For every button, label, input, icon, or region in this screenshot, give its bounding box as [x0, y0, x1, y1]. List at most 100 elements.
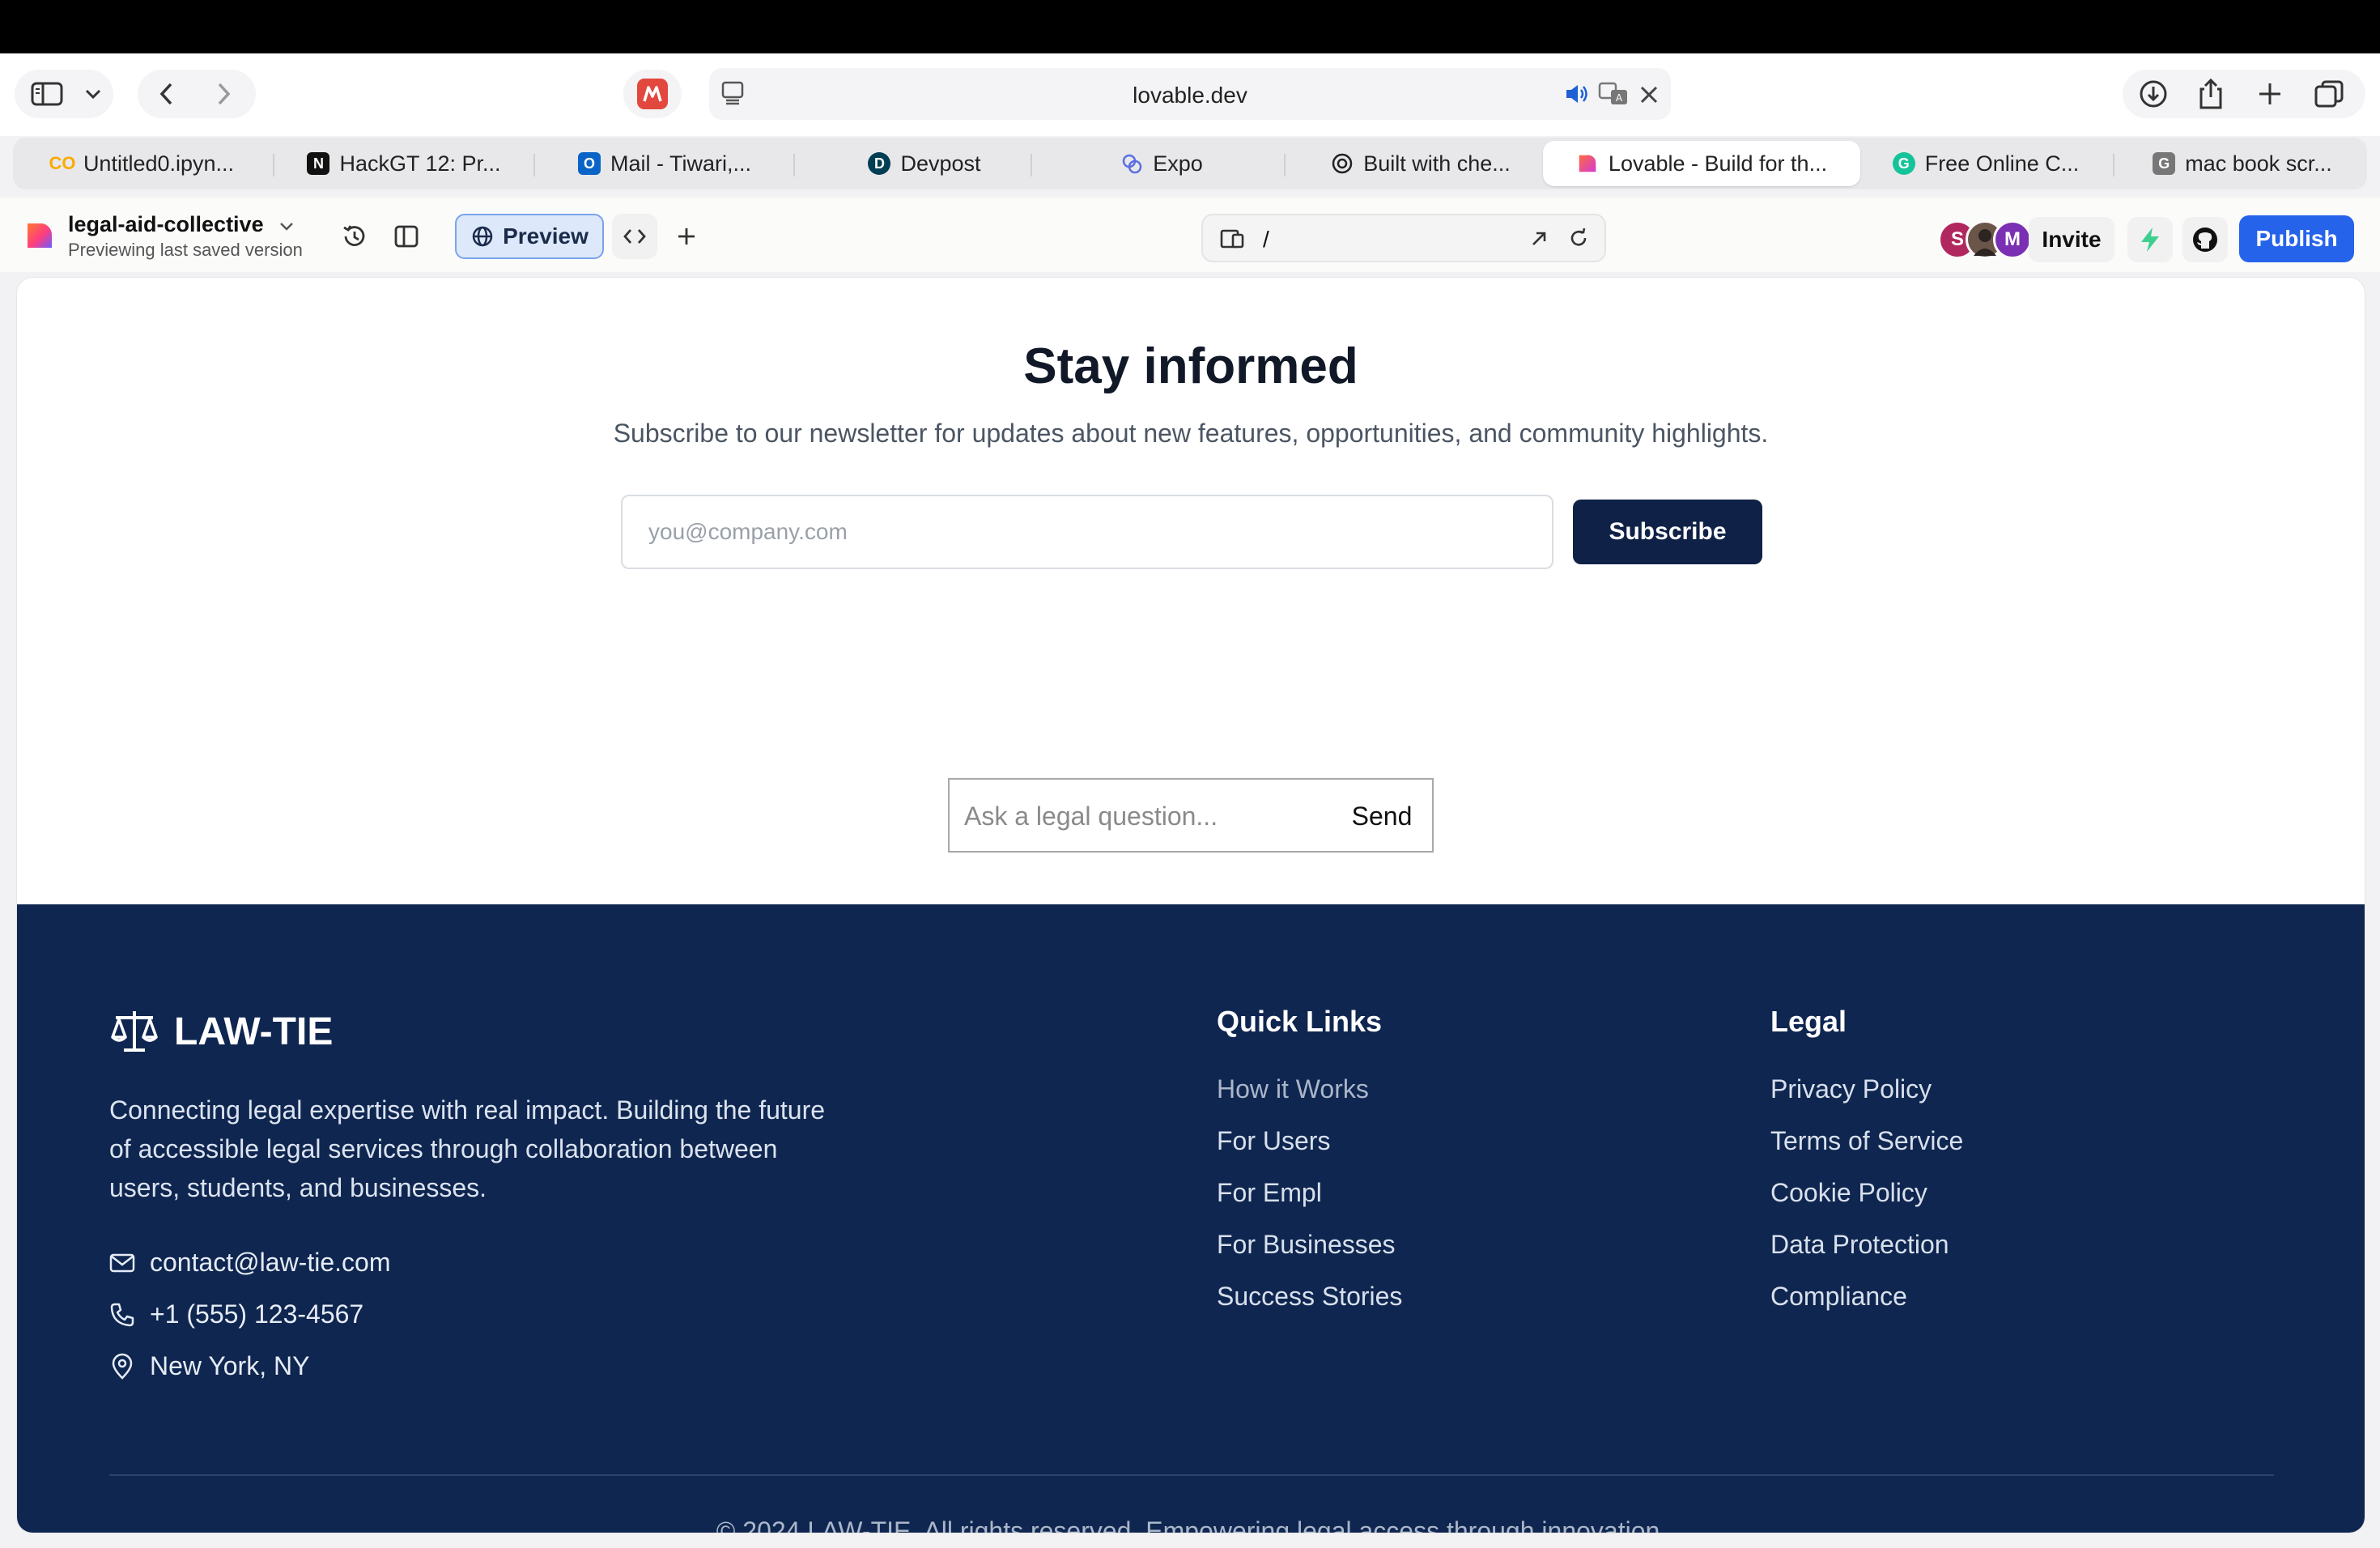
subscribe-button[interactable]: Subscribe	[1573, 500, 1762, 564]
extension-icon	[637, 79, 668, 109]
footer-brand[interactable]: LAW-TIE	[109, 1008, 333, 1055]
send-button[interactable]: Send	[1341, 796, 1422, 836]
tab-label: mac book scr...	[2185, 151, 2332, 176]
toolbar-actions	[2123, 70, 2365, 118]
project-name-label: legal-aid-collective	[68, 212, 264, 236]
github-button[interactable]	[2182, 217, 2228, 262]
svg-text:A: A	[1616, 92, 1623, 104]
project-status: Previewing last saved version	[68, 240, 303, 260]
brand-name: LAW-TIE	[174, 1010, 334, 1053]
browser-window: lovable.dev A CO Untitled0.ipyn... N Hac…	[0, 53, 2380, 1548]
scale-icon	[111, 1011, 158, 1052]
publish-button[interactable]: Publish	[2239, 215, 2354, 262]
expo-icon	[1120, 152, 1143, 175]
footer-description: Connecting legal expertise with real imp…	[109, 1095, 826, 1202]
footer-divider	[109, 1474, 2274, 1476]
tab-label: Expo	[1153, 151, 1203, 176]
contact-email-text: contact@law-tie.com	[150, 1248, 391, 1277]
panel-toggle-icon[interactable]	[390, 220, 423, 253]
device-toggle-icon[interactable]	[1218, 225, 1247, 253]
footer-link-for-users[interactable]: For Users	[1217, 1126, 1330, 1156]
url-text: lovable.dev	[1133, 83, 1247, 108]
contact-phone[interactable]: +1 (555) 123-4567	[109, 1299, 363, 1329]
newsletter-email-input[interactable]	[621, 495, 1553, 569]
footer-link-data-protection[interactable]: Data Protection	[1770, 1230, 1949, 1260]
contact-email[interactable]: contact@law-tie.com	[109, 1248, 390, 1278]
footer-link-compliance[interactable]: Compliance	[1770, 1282, 1907, 1312]
sidebar-icon[interactable]	[31, 81, 63, 107]
lovable-icon	[1576, 152, 1599, 175]
tab-divider	[1284, 154, 1286, 176]
footer-link-for-employers[interactable]: For Empl	[1217, 1178, 1322, 1208]
legal-question-input[interactable]	[964, 796, 1320, 836]
preview-button[interactable]: Preview	[455, 214, 604, 259]
tab-divider	[2113, 154, 2114, 176]
tab-label: Mail - Tiwari,...	[610, 151, 751, 176]
contact-location-text: New York, NY	[150, 1351, 310, 1380]
translate-icon[interactable]: A	[1598, 81, 1630, 107]
collaborator-avatar[interactable]: M	[1993, 220, 2032, 259]
history-icon[interactable]	[338, 220, 371, 253]
tab-label: Untitled0.ipyn...	[83, 151, 235, 176]
tab-overview-icon[interactable]	[2314, 79, 2344, 108]
footer-link-privacy-policy[interactable]: Privacy Policy	[1770, 1074, 1932, 1104]
phone-icon	[110, 1303, 134, 1326]
speaker-icon[interactable]	[1564, 83, 1590, 105]
legal-question-widget: Send	[948, 778, 1434, 853]
footer-copyright: © 2024 LAW-TIE. All rights reserved. Emp…	[716, 1516, 1668, 1533]
add-icon[interactable]	[672, 222, 701, 251]
code-icon	[623, 229, 646, 244]
site-footer: LAW-TIE Connecting legal expertise with …	[17, 904, 2365, 1533]
tab-label: Built with che...	[1363, 151, 1511, 176]
openai-icon	[1331, 152, 1354, 175]
supabase-button[interactable]	[2127, 217, 2173, 262]
project-name[interactable]: legal-aid-collective	[68, 212, 294, 238]
share-icon[interactable]	[2197, 78, 2225, 110]
tab-divider	[1031, 154, 1032, 176]
contact-location: New York, NY	[109, 1351, 309, 1381]
legal-title: Legal	[1770, 1005, 1847, 1038]
chevron-down-icon[interactable]	[84, 86, 102, 102]
tab-macbook[interactable]: G mac book scr...	[2121, 141, 2364, 186]
tab-mail[interactable]: O Mail - Tiwari,...	[542, 141, 787, 186]
globe-icon	[472, 226, 493, 247]
refresh-icon[interactable]	[1566, 225, 1592, 251]
tab-divider	[273, 154, 274, 176]
sidebar-toggle-group[interactable]	[15, 70, 113, 118]
newsletter-title: Stay informed	[1023, 338, 1358, 394]
back-arrow-icon[interactable]	[157, 81, 176, 107]
address-bar[interactable]: lovable.dev A	[709, 68, 1671, 120]
browser-toolbar: lovable.dev A	[0, 53, 2380, 136]
preview-label: Preview	[503, 223, 589, 249]
tab-expo[interactable]: Expo	[1039, 141, 1284, 186]
map-pin-icon	[112, 1353, 133, 1380]
footer-link-cookie-policy[interactable]: Cookie Policy	[1770, 1178, 1927, 1208]
lightning-icon	[2141, 228, 2159, 252]
quick-links-title: Quick Links	[1217, 1005, 1383, 1038]
download-icon[interactable]	[2139, 79, 2168, 108]
history-nav-group	[138, 70, 256, 118]
notion-icon: N	[307, 152, 330, 175]
code-view-button[interactable]	[612, 214, 657, 259]
forward-arrow-icon[interactable]	[214, 81, 233, 107]
close-icon[interactable]	[1638, 84, 1660, 105]
tab-colab[interactable]: CO Untitled0.ipyn...	[21, 141, 264, 186]
tab-lovable[interactable]: Lovable - Build for th...	[1543, 141, 1860, 186]
extension-button[interactable]	[623, 70, 682, 118]
newsletter-subtitle: Subscribe to our newsletter for updates …	[613, 419, 1769, 448]
footer-link-terms-of-service[interactable]: Terms of Service	[1770, 1126, 1963, 1156]
route-bar[interactable]: /	[1201, 214, 1606, 262]
mail-icon	[109, 1253, 135, 1272]
tab-divider	[793, 154, 795, 176]
open-external-icon[interactable]	[1527, 227, 1551, 251]
footer-link-for-businesses[interactable]: For Businesses	[1217, 1230, 1396, 1260]
new-tab-icon[interactable]	[2257, 81, 2283, 107]
footer-link-how-it-works[interactable]: How it Works	[1217, 1074, 1369, 1104]
tab-grammarly[interactable]: G Free Online C...	[1860, 141, 2111, 186]
tab-chatgpt[interactable]: Built with che...	[1297, 141, 1545, 186]
tab-hackgt[interactable]: N HackGT 12: Pr...	[282, 141, 526, 186]
invite-button[interactable]: Invite	[2029, 217, 2114, 262]
tab-devpost[interactable]: D Devpost	[803, 141, 1046, 186]
colab-icon: CO	[49, 153, 76, 173]
footer-link-success-stories[interactable]: Success Stories	[1217, 1282, 1402, 1312]
